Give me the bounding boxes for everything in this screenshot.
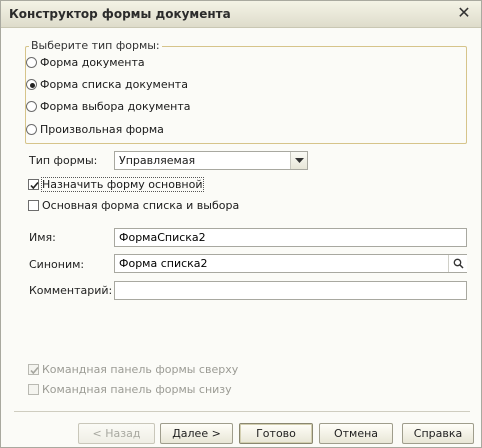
checkmark-icon — [30, 366, 39, 374]
dropdown-button[interactable] — [290, 152, 307, 169]
help-button[interactable]: Справка — [402, 423, 474, 444]
form-kind-label: Тип формы: — [29, 154, 98, 167]
top-panel-checkbox-label: Командная панель формы сверху — [42, 362, 239, 376]
radio-document-form[interactable]: Форма документа — [26, 54, 145, 70]
radio-document-choice-form[interactable]: Форма выбора документа — [26, 98, 191, 114]
bottom-panel-checkbox-row: Командная панель формы снизу — [28, 381, 232, 397]
title-bar: Конструктор формы документа ✕ — [1, 1, 481, 28]
radio-arbitrary-form[interactable]: Произвольная форма — [26, 121, 164, 137]
comment-input[interactable] — [114, 281, 467, 300]
next-button[interactable]: Далее > — [160, 423, 233, 444]
dialog-window: Конструктор формы документа ✕ Выберите т… — [0, 0, 482, 448]
top-panel-checkbox — [28, 363, 39, 375]
main-form-checkbox-row[interactable]: Назначить форму основной — [28, 176, 204, 192]
close-button[interactable]: ✕ — [455, 4, 473, 22]
close-icon: ✕ — [457, 3, 471, 22]
radio-indicator[interactable] — [26, 56, 37, 68]
form-kind-value: Управляемая — [119, 154, 196, 167]
list-choice-form-checkbox-row[interactable]: Основная форма списка и выбора — [28, 197, 239, 213]
comment-label: Комментарий: — [29, 284, 113, 297]
back-button: < Назад — [78, 423, 155, 444]
window-title: Конструктор формы документа — [9, 7, 231, 21]
top-panel-checkbox-row: Командная панель формы сверху — [28, 361, 238, 377]
triangle-down-icon — [294, 157, 304, 163]
radio-label: Форма документа — [40, 55, 145, 69]
radio-label: Произвольная форма — [40, 122, 164, 136]
name-label: Имя: — [29, 231, 56, 244]
list-choice-form-checkbox[interactable] — [28, 199, 39, 211]
bottom-panel-checkbox — [28, 383, 39, 395]
radio-indicator[interactable] — [26, 123, 37, 135]
radio-label: Форма списка документа — [40, 77, 188, 91]
bottom-panel-checkbox-label: Командная панель формы снизу — [42, 382, 232, 396]
list-choice-form-checkbox-label: Основная форма списка и выбора — [42, 198, 240, 212]
form-type-legend: Выберите тип формы: — [29, 39, 162, 52]
checkmark-icon — [30, 181, 39, 189]
main-form-checkbox-label: Назначить форму основной — [41, 176, 204, 192]
radio-indicator[interactable] — [26, 78, 37, 90]
button-divider — [14, 411, 470, 412]
form-kind-select[interactable]: Управляемая — [114, 151, 308, 170]
name-input[interactable] — [114, 228, 467, 247]
synonym-search-button[interactable] — [448, 255, 467, 272]
radio-indicator[interactable] — [26, 100, 37, 112]
cancel-button[interactable]: Отмена — [319, 423, 393, 444]
magnifier-icon — [453, 258, 464, 269]
synonym-label: Синоним: — [29, 258, 85, 271]
radio-document-list-form[interactable]: Форма списка документа — [26, 76, 188, 92]
main-form-checkbox[interactable] — [28, 178, 39, 190]
done-button[interactable]: Готово — [239, 423, 313, 444]
radio-label: Форма выбора документа — [40, 99, 191, 113]
synonym-input[interactable] — [114, 254, 467, 273]
